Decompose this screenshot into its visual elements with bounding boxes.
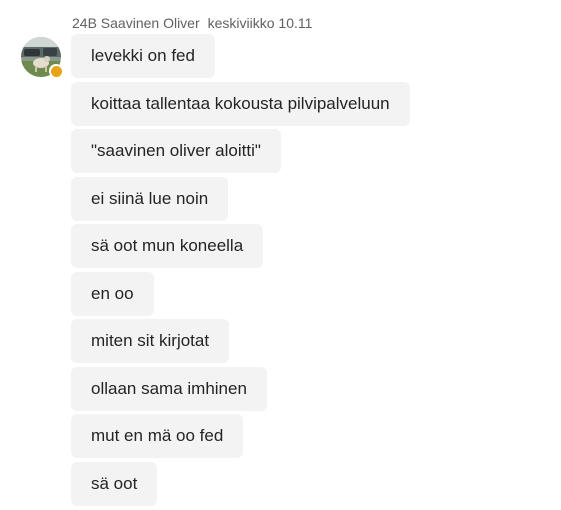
message-bubble[interactable]: sä oot mun koneella <box>71 224 264 268</box>
status-dot <box>50 65 62 77</box>
status-away-icon <box>49 64 63 78</box>
message-bubble[interactable]: koittaa tallentaa kokousta pilvipalveluu… <box>71 81 410 126</box>
message-timestamp: keskiviikko 10.11 <box>207 15 313 31</box>
avatar[interactable] <box>21 37 63 78</box>
sender-name[interactable]: 24B Saavinen Oliver <box>72 15 200 31</box>
message-header: 24B Saavinen Oliver keskiviikko 10.11 <box>72 14 312 32</box>
message-bubble[interactable]: sä oot <box>71 461 158 506</box>
chat-message-group: 24B Saavinen Oliver keskiviikko 10.11 lev… <box>0 0 561 510</box>
message-bubble[interactable]: miten sit kirjotat <box>71 319 230 363</box>
message-list: levekki on fed koittaa tallentaa kokoust… <box>71 34 410 509</box>
message-bubble[interactable]: ollaan sama imhinen <box>71 366 267 411</box>
message-bubble[interactable]: ei siinä lue noin <box>71 176 229 221</box>
message-bubble[interactable]: en oo <box>71 271 154 316</box>
message-bubble[interactable]: levekki on fed <box>71 34 215 78</box>
message-bubble[interactable]: mut en mä oo fed <box>71 414 244 458</box>
message-bubble[interactable]: "saavinen oliver aloitti" <box>71 129 281 173</box>
